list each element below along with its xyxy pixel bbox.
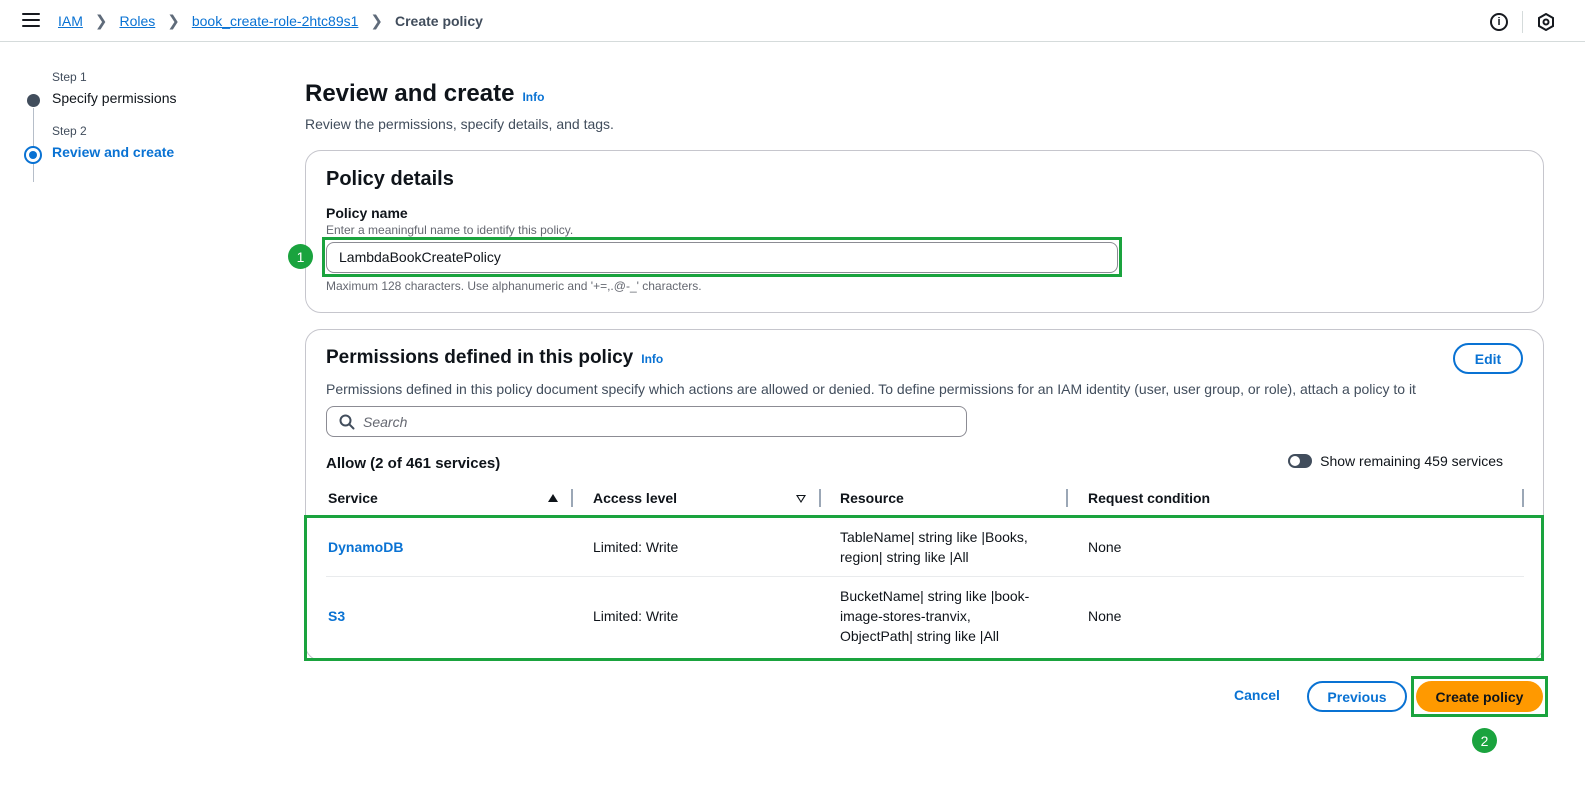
settings-hexagon-icon[interactable] — [1537, 13, 1555, 31]
resource-line: image-stores-tranvix, — [840, 608, 971, 624]
chevron-right-icon: ❯ — [167, 13, 180, 30]
table-row: DynamoDB Limited: Write TableName| strin… — [326, 517, 1524, 577]
column-header-service[interactable]: Service — [328, 490, 378, 506]
table-row: S3 Limited: Write BucketName| string lik… — [326, 578, 1524, 654]
resource-line: region| string like |All — [840, 548, 969, 565]
breadcrumb-current: Create policy — [394, 13, 483, 29]
access-level-cell: Limited: Write — [593, 608, 679, 624]
step-title: Specify permissions — [52, 90, 177, 106]
step-badge-1: 1 — [288, 244, 313, 269]
policy-name-input[interactable]: LambdaBookCreatePolicy — [326, 242, 1118, 273]
top-icons: i — [1490, 11, 1555, 33]
step-title: Review and create — [52, 144, 175, 160]
step-1[interactable]: Step 1 Specify permissions — [24, 70, 264, 107]
divider — [1522, 11, 1523, 33]
column-header-access-level[interactable]: Access level — [593, 490, 677, 506]
chevron-right-icon: ❯ — [370, 13, 383, 30]
sort-descending-icon[interactable] — [796, 495, 806, 503]
info-link[interactable]: Info — [641, 352, 663, 366]
page-description: Review the permissions, specify details,… — [305, 116, 614, 132]
policy-details-title: Policy details — [326, 168, 454, 190]
table-header: Service Access level Resource Request co… — [326, 487, 1524, 511]
column-header-resource: Resource — [840, 490, 904, 506]
wizard-steps: Step 1 Specify permissions Step 2 Review… — [24, 70, 264, 182]
info-icon[interactable]: i — [1490, 13, 1508, 31]
breadcrumb-role[interactable]: book_create-role-2htc89s1 — [192, 13, 359, 29]
sort-icon-inner — [798, 496, 804, 501]
policy-name-label: Policy name — [326, 205, 408, 221]
service-link-s3[interactable]: S3 — [328, 606, 345, 626]
search-icon — [339, 414, 355, 429]
resource-cell: BucketName| string like |book- image-sto… — [840, 586, 1029, 646]
condition-cell: None — [1088, 608, 1122, 624]
create-policy-button[interactable]: Create policy — [1416, 681, 1543, 712]
step-number: Step 1 — [52, 70, 87, 84]
resource-cell: TableName| string like |Books, region| s… — [840, 527, 1028, 567]
step-number: Step 2 — [52, 124, 87, 138]
column-header-request-condition: Request condition — [1088, 490, 1211, 506]
chevron-right-icon: ❯ — [94, 13, 108, 30]
breadcrumb: IAM ❯ Roles ❯ book_create-role-2htc89s1 … — [58, 12, 483, 30]
page-title-text: Review and create — [305, 80, 515, 107]
policy-details-container: Policy details Policy name Enter a meani… — [305, 150, 1544, 313]
column-divider[interactable] — [571, 489, 573, 507]
permissions-title-text: Permissions defined in this policy — [326, 347, 634, 368]
condition-cell: None — [1088, 538, 1122, 555]
column-divider[interactable] — [1522, 489, 1524, 507]
resource-line: ObjectPath| string like |All — [840, 628, 1000, 644]
policy-name-description: Enter a meaningful name to identify this… — [326, 223, 574, 237]
column-divider[interactable] — [819, 489, 821, 507]
allow-heading: Allow (2 of 461 services) — [326, 455, 501, 472]
toggle-label: Show remaining 459 services — [1320, 453, 1503, 469]
cancel-button[interactable]: Cancel — [1234, 687, 1280, 703]
step-2[interactable]: Step 2 Review and create — [24, 124, 264, 164]
resource-line: BucketName| string like |book- — [840, 588, 1030, 604]
show-remaining-toggle[interactable]: Show remaining 459 services — [1288, 453, 1503, 469]
breadcrumb-roles[interactable]: Roles — [119, 13, 155, 29]
resource-line: TableName| string like |Books, — [840, 528, 1028, 545]
access-level-cell: Limited: Write — [593, 538, 679, 555]
permissions-container: Permissions defined in this policy Info E… — [305, 329, 1544, 661]
permissions-description: Permissions defined in this policy docum… — [326, 381, 1416, 397]
service-link-dynamodb[interactable]: DynamoDB — [328, 537, 403, 557]
info-link[interactable]: Info — [522, 90, 544, 104]
menu-icon[interactable] — [22, 13, 40, 29]
search-input[interactable]: Search — [326, 406, 967, 437]
edit-button[interactable]: Edit — [1453, 343, 1523, 374]
step-dot-icon — [27, 94, 40, 107]
page-title: Review and create Info — [305, 80, 544, 108]
step-badge-2: 2 — [1472, 728, 1497, 753]
search-placeholder: Search — [363, 413, 408, 430]
top-navigation-bar: IAM ❯ Roles ❯ book_create-role-2htc89s1 … — [0, 0, 1585, 42]
breadcrumb-iam[interactable]: IAM — [58, 13, 83, 29]
policy-name-constraint: Maximum 128 characters. Use alphanumeric… — [326, 279, 702, 293]
column-divider[interactable] — [1066, 489, 1068, 507]
step-active-dot-icon — [24, 146, 42, 164]
permissions-title: Permissions defined in this policy Info — [326, 347, 663, 369]
previous-button[interactable]: Previous — [1307, 681, 1407, 712]
toggle-switch[interactable] — [1288, 454, 1313, 468]
sort-ascending-icon[interactable] — [548, 494, 558, 502]
